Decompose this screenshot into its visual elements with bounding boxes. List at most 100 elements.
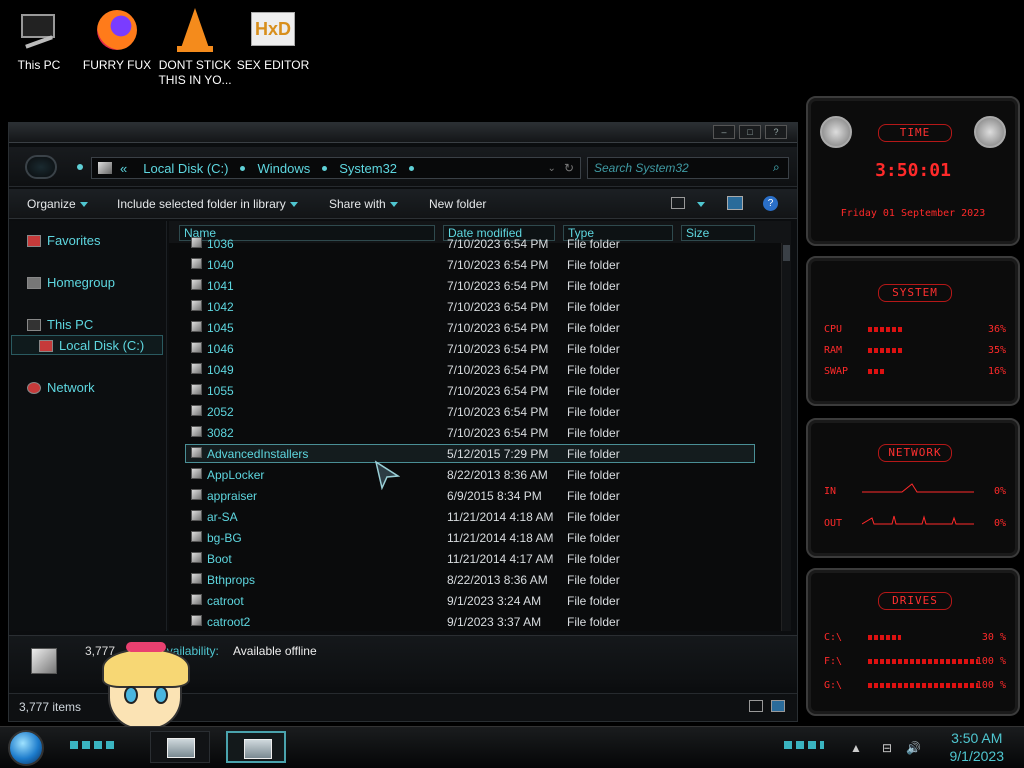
- network-gadget-title: NETWORK: [878, 444, 952, 462]
- file-type: File folder: [567, 426, 620, 440]
- taskbar-date: 9/1/2023: [949, 748, 1005, 764]
- address-bar[interactable]: « Local Disk (C:) Windows System32 ⌄ ↻: [91, 157, 581, 179]
- alien-head-icon: [974, 116, 1006, 148]
- nav-homegroup[interactable]: Homegroup: [27, 275, 115, 290]
- search-input[interactable]: Search System32: [587, 157, 789, 179]
- view-options-icon[interactable]: [671, 197, 685, 209]
- show-hidden-icons-icon[interactable]: ▲: [850, 741, 862, 755]
- include-library-button[interactable]: Include selected folder in library: [117, 197, 298, 211]
- help-close-button[interactable]: ?: [765, 125, 787, 139]
- table-row[interactable]: ar-SA 11/21/2014 4:18 AM File folder: [169, 506, 791, 527]
- system-value: 35%: [987, 345, 1006, 356]
- folder-icon: [191, 279, 202, 290]
- refresh-icon[interactable]: ↻: [564, 161, 574, 175]
- computer-icon: [27, 318, 41, 331]
- details-view-icon[interactable]: [749, 700, 763, 712]
- system-label: CPU: [824, 324, 843, 335]
- table-row[interactable]: AppLocker 8/22/2013 8:36 AM File folder: [169, 464, 791, 485]
- breadcrumb-local-disk[interactable]: Local Disk (C:): [135, 161, 236, 176]
- breadcrumb-separator-icon[interactable]: [409, 165, 415, 171]
- forward-dot-icon[interactable]: [77, 164, 83, 170]
- taskbar-clock[interactable]: 3:50 AM 9/1/2023: [950, 729, 1005, 765]
- table-row[interactable]: 1049 7/10/2023 6:54 PM File folder: [169, 359, 791, 380]
- scrollbar-thumb[interactable]: [783, 245, 790, 261]
- view-caret-icon[interactable]: [697, 202, 705, 207]
- folder-icon: [191, 531, 202, 542]
- desktop-icon-this-pc[interactable]: This PC: [0, 6, 78, 73]
- drive-row: C:\ 30 %: [824, 632, 1006, 643]
- desktop-icon-label: DONT STICK THIS IN YO...: [158, 58, 232, 87]
- table-row[interactable]: 1055 7/10/2023 6:54 PM File folder: [169, 380, 791, 401]
- file-name: 1055: [207, 384, 234, 398]
- large-icons-view-icon[interactable]: [771, 700, 785, 712]
- folder-icon: [191, 447, 202, 458]
- table-row[interactable]: 1036 7/10/2023 6:54 PM File folder: [169, 233, 791, 254]
- table-row[interactable]: 1046 7/10/2023 6:54 PM File folder: [169, 338, 791, 359]
- table-row[interactable]: bg-BG 11/21/2014 4:18 AM File folder: [169, 527, 791, 548]
- nav-network[interactable]: Network: [27, 380, 95, 395]
- nav-favorites[interactable]: Favorites: [27, 233, 100, 248]
- system-gadget: SYSTEM CPU 36% RAM 35% SWAP 16%: [806, 256, 1020, 406]
- vertical-scrollbar[interactable]: [781, 243, 791, 631]
- file-date: 11/21/2014 4:18 AM: [447, 510, 554, 524]
- navigation-bar: « Local Disk (C:) Windows System32 ⌄ ↻ S…: [9, 147, 797, 187]
- nav-this-pc[interactable]: This PC: [27, 317, 93, 332]
- breadcrumb-system32[interactable]: System32: [331, 161, 405, 176]
- file-date: 7/10/2023 6:54 PM: [447, 300, 549, 314]
- table-row[interactable]: 1045 7/10/2023 6:54 PM File folder: [169, 317, 791, 338]
- desktop-icon-dont-stick[interactable]: DONT STICK THIS IN YO...: [156, 6, 234, 88]
- drive-value: 30 %: [981, 632, 1006, 643]
- table-row[interactable]: Boot 11/21/2014 4:17 AM File folder: [169, 548, 791, 569]
- system-level-bar: [868, 327, 904, 332]
- file-name: appraiser: [207, 489, 258, 503]
- share-with-button[interactable]: Share with: [329, 197, 398, 211]
- table-row[interactable]: 1042 7/10/2023 6:54 PM File folder: [169, 296, 791, 317]
- file-type: File folder: [567, 342, 620, 356]
- file-date: 7/10/2023 6:54 PM: [447, 342, 549, 356]
- file-type: File folder: [567, 573, 620, 587]
- organize-button[interactable]: Organize: [27, 197, 88, 211]
- system-row: RAM 35%: [824, 345, 1006, 356]
- table-row[interactable]: AdvancedInstallers 5/12/2015 7:29 PM File …: [169, 443, 791, 464]
- search-icon[interactable]: ⌕: [773, 160, 780, 175]
- breadcrumb-overflow[interactable]: «: [112, 161, 135, 176]
- breadcrumb-separator-icon[interactable]: [240, 165, 246, 171]
- system-value: 36%: [987, 324, 1006, 335]
- desktop-icon-sex-editor[interactable]: HxD SEX EDITOR: [234, 6, 312, 73]
- taskbar-button-app[interactable]: [150, 731, 210, 763]
- network-tray-icon[interactable]: ⊟: [882, 741, 892, 755]
- table-row[interactable]: 1041 7/10/2023 6:54 PM File folder: [169, 275, 791, 296]
- chevron-down-icon[interactable]: ⌄: [548, 163, 556, 174]
- file-date: 11/21/2014 4:17 AM: [447, 552, 554, 566]
- table-row[interactable]: Bthprops 8/22/2013 8:36 AM File folder: [169, 569, 791, 590]
- table-row[interactable]: 3082 7/10/2023 6:54 PM File folder: [169, 422, 791, 443]
- taskbar-button-explorer[interactable]: [226, 731, 286, 763]
- taskbar: ▲ ⊟ 🔊 3:50 AM 9/1/2023: [0, 726, 1024, 768]
- nav-local-disk[interactable]: Local Disk (C:): [39, 338, 144, 353]
- nav-this-pc-label: This PC: [47, 317, 94, 332]
- window-controls: – □ ?: [713, 125, 787, 139]
- minimize-button[interactable]: –: [713, 125, 735, 139]
- volume-icon[interactable]: 🔊: [906, 741, 921, 755]
- table-row[interactable]: 1040 7/10/2023 6:54 PM File folder: [169, 254, 791, 275]
- table-row[interactable]: 2052 7/10/2023 6:54 PM File folder: [169, 401, 791, 422]
- breadcrumb-windows[interactable]: Windows: [249, 161, 318, 176]
- table-row[interactable]: catroot 9/1/2023 3:24 AM File folder: [169, 590, 791, 611]
- window-title-bar[interactable]: – □ ?: [9, 123, 797, 143]
- system-level-bar: [868, 369, 884, 374]
- system-level-bar: [868, 348, 903, 353]
- breadcrumb-separator-icon[interactable]: [322, 165, 328, 171]
- table-row[interactable]: appraiser 6/9/2015 8:34 PM File folder: [169, 485, 791, 506]
- time-gadget-title: TIME: [878, 124, 952, 142]
- maximize-button[interactable]: □: [739, 125, 761, 139]
- file-name: 1046: [207, 342, 234, 356]
- help-icon[interactable]: ?: [763, 196, 778, 211]
- system-label: SWAP: [824, 366, 849, 377]
- preview-pane-icon[interactable]: [727, 196, 743, 210]
- back-button[interactable]: [25, 155, 57, 179]
- new-folder-button[interactable]: New folder: [429, 197, 486, 211]
- start-button[interactable]: [8, 730, 44, 766]
- desktop-icon-furry-fux[interactable]: FURRY FUX: [78, 6, 156, 73]
- table-row[interactable]: catroot2 9/1/2023 3:37 AM File folder: [169, 611, 791, 631]
- share-label: Share with: [329, 197, 386, 211]
